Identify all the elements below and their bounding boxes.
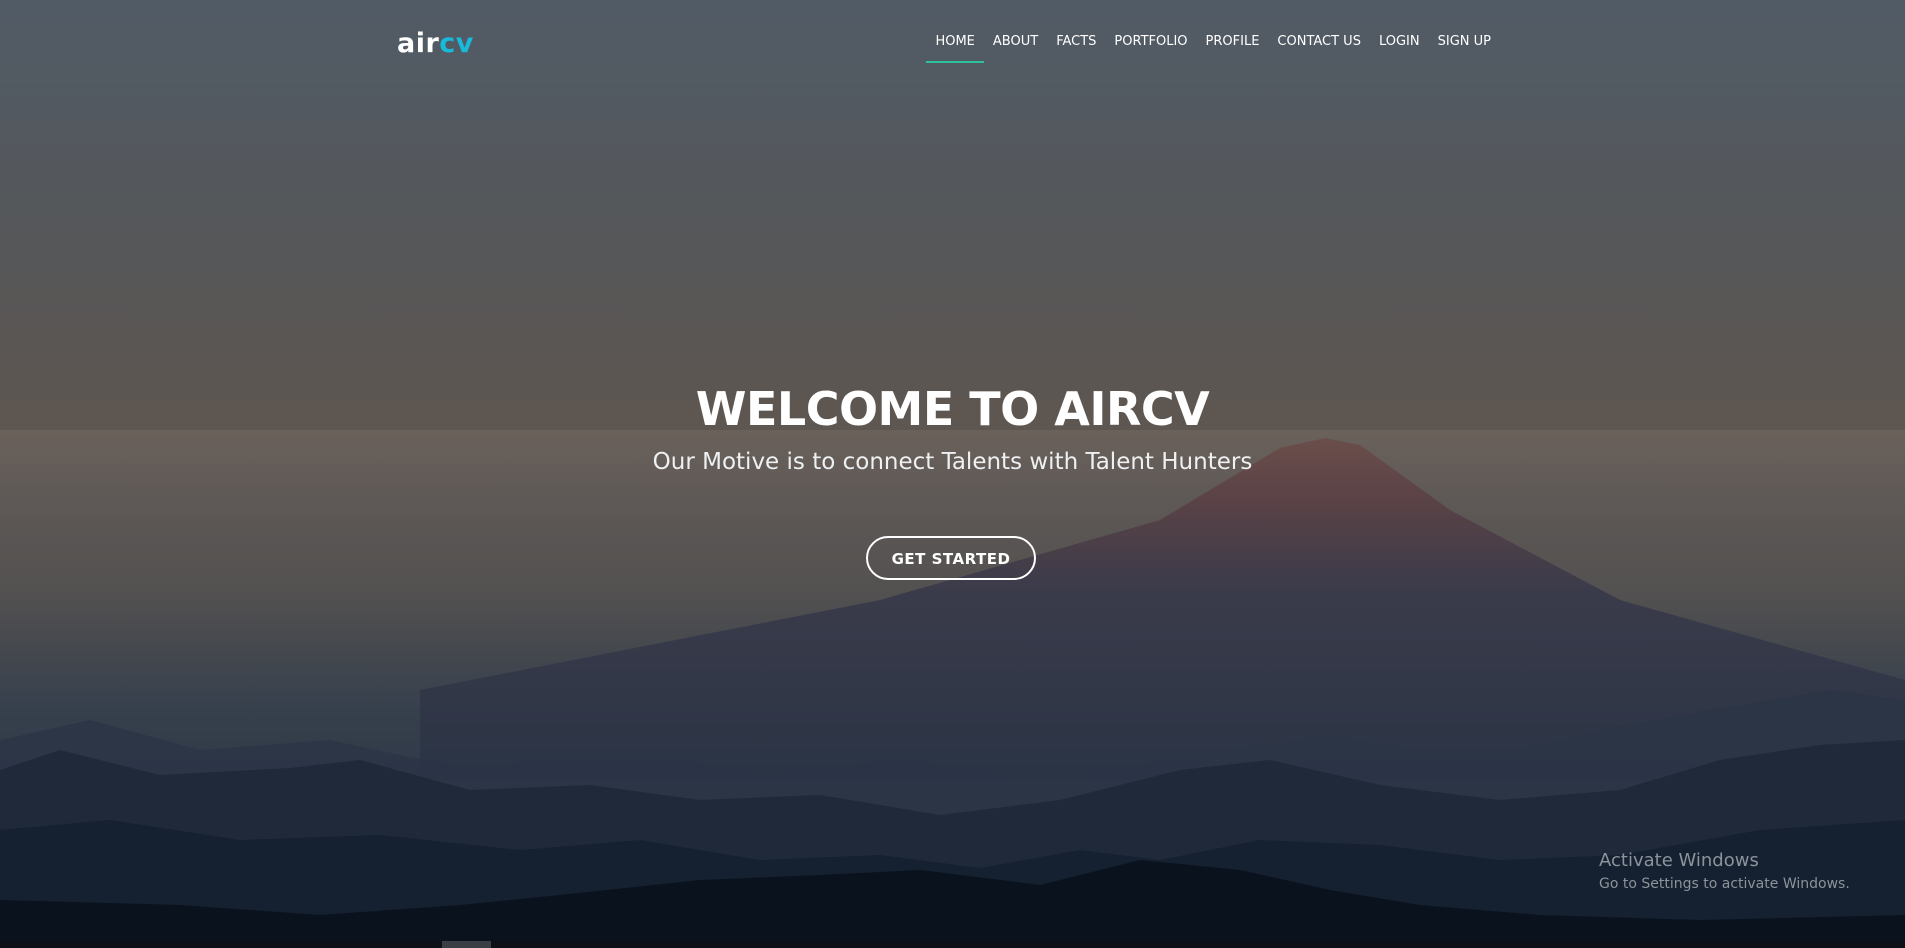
nav-link-profile[interactable]: PROFILE [1206,30,1260,54]
nav-item-portfolio: PORTFOLIO [1105,30,1196,56]
nav-link-portfolio[interactable]: PORTFOLIO [1114,30,1187,54]
activate-windows-subtitle: Go to Settings to activate Windows. [1599,876,1850,892]
nav-item-profile: PROFILE [1197,30,1269,56]
page: aircv HOME ABOUT FACTS PORTFOLIO PROFILE… [0,0,1905,948]
site-header: aircv HOME ABOUT FACTS PORTFOLIO PROFILE… [0,0,1905,88]
activate-windows-watermark: Activate Windows Go to Settings to activ… [1599,849,1850,894]
hero-subtitle: Our Motive is to connect Talents with Ta… [652,449,1253,475]
hero-title: WELCOME TO AIRCV [695,382,1210,436]
horizontal-scrollbar-thumb[interactable] [442,941,491,948]
nav-item-home: HOME [926,30,985,63]
nav-link-home[interactable]: HOME [935,30,974,54]
nav-item-login: LOGIN [1370,30,1429,56]
activate-windows-title: Activate Windows [1599,850,1759,871]
logo-text-air: air [397,28,440,59]
nav-link-contact-us[interactable]: CONTACT US [1277,30,1361,54]
nav-item-about: ABOUT [984,30,1047,56]
logo-text-cv: cv [439,28,474,59]
aircv-logo[interactable]: aircv [397,26,474,62]
nav-link-about[interactable]: ABOUT [993,30,1038,54]
horizontal-scrollbar-track[interactable] [0,941,1905,948]
nav-link-facts[interactable]: FACTS [1056,30,1096,54]
main-nav: HOME ABOUT FACTS PORTFOLIO PROFILE CONTA… [926,30,1500,63]
nav-item-facts: FACTS [1047,30,1105,56]
nav-link-sign-up[interactable]: SIGN UP [1438,30,1491,54]
nav-link-login[interactable]: LOGIN [1379,30,1420,54]
nav-item-sign-up: SIGN UP [1429,30,1500,56]
nav-item-contact-us: CONTACT US [1268,30,1370,56]
get-started-button[interactable]: GET STARTED [866,536,1036,580]
